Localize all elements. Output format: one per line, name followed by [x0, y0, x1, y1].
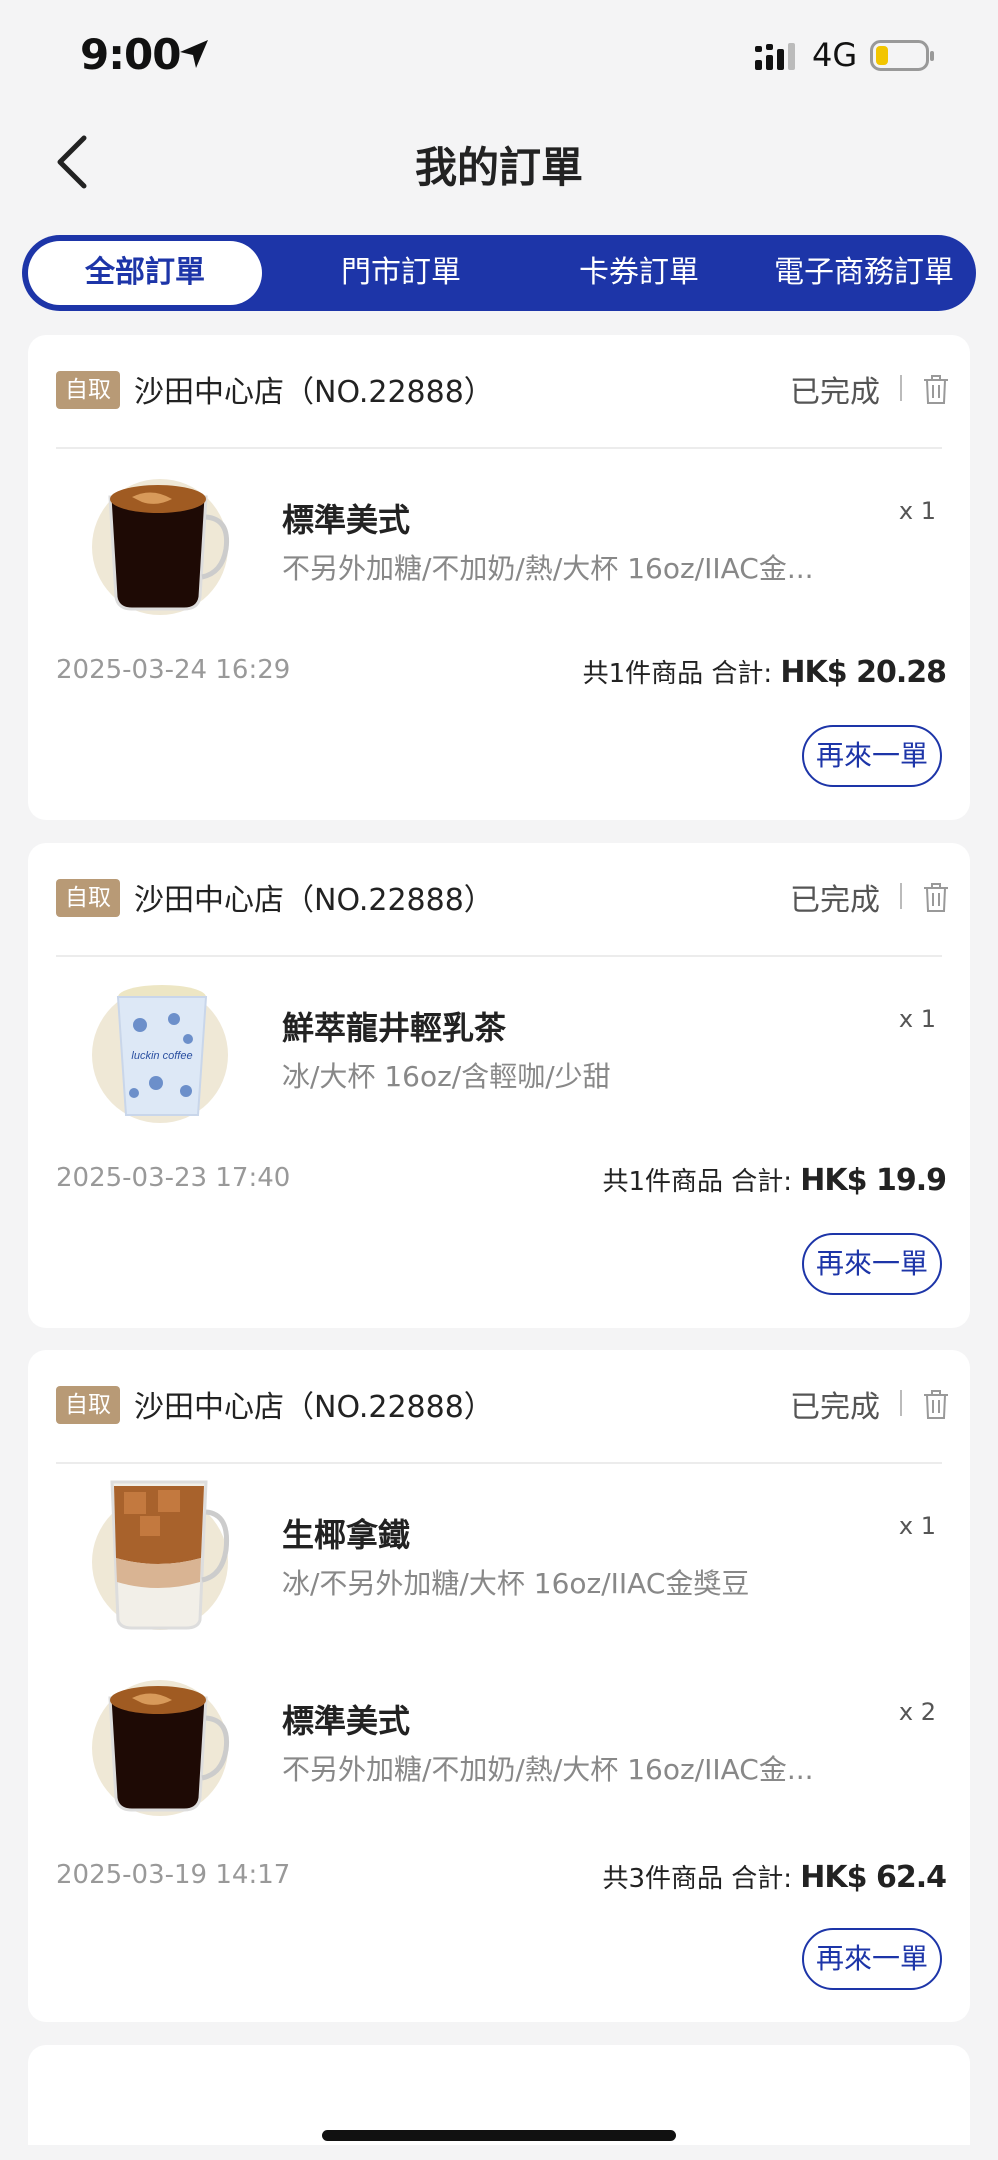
reorder-button[interactable]: 再來一單 [802, 1233, 942, 1295]
order-item: luckin coffee 鮮萃龍井輕乳茶 冰/大杯 16oz/含輕咖/少甜 x… [56, 965, 946, 1125]
order-amount: HK$ 62.4 [800, 1860, 947, 1895]
order-amount: HK$ 20.28 [780, 655, 947, 690]
tab-ecommerce-orders[interactable]: 電子商務訂單 [752, 235, 976, 311]
order-status: 已完成 [790, 883, 880, 918]
store-name: 沙田中心店（NO.22888） [134, 883, 494, 918]
item-spec: 不另外加糖/不加奶/熱/大杯 16oz/IIAC金... [282, 552, 814, 585]
item-quantity: x 1 [898, 497, 936, 525]
item-name: 標準美式 [282, 501, 411, 539]
tab-voucher-orders[interactable]: 卡券訂單 [522, 235, 756, 311]
pickup-tag: 自取 [56, 1386, 120, 1424]
item-quantity: x 1 [898, 1005, 936, 1033]
order-footer: 2025-03-23 17:40 共1件商品 合計: HK$ 19.9 [56, 1161, 947, 1203]
order-card[interactable]: 自取 沙田中心店（NO.22888） 已完成 標準美式 不另外加糖/不加奶/熱/… [28, 335, 970, 820]
order-summary: 共1件商品 合計: [602, 1167, 801, 1197]
pickup-tag: 自取 [56, 879, 120, 917]
trash-icon[interactable] [922, 1388, 950, 1420]
order-status: 已完成 [790, 1390, 880, 1425]
divider [56, 1462, 942, 1464]
order-card[interactable]: 自取 沙田中心店（NO.22888） 已完成 luckin coffee 鮮萃龍… [28, 843, 970, 1328]
pickup-tag: 自取 [56, 371, 120, 409]
order-item: 生椰拿鐵 冰/不另外加糖/大杯 16oz/IIAC金獎豆 x 1 [56, 1472, 946, 1632]
item-spec: 不另外加糖/不加奶/熱/大杯 16oz/IIAC金... [282, 1753, 814, 1786]
item-spec: 冰/大杯 16oz/含輕咖/少甜 [282, 1060, 611, 1093]
order-total: 共1件商品 合計: HK$ 19.9 [602, 1161, 947, 1198]
iced-latte-icon [92, 1472, 232, 1632]
order-date: 2025-03-24 16:29 [56, 655, 291, 685]
network-label: 4G [812, 36, 858, 74]
order-summary: 共1件商品 合計: [582, 659, 781, 689]
item-name: 鮮萃龍井輕乳茶 [282, 1009, 507, 1047]
order-header: 自取 沙田中心店（NO.22888） 已完成 [56, 879, 950, 919]
store-name: 沙田中心店（NO.22888） [134, 375, 494, 410]
item-name: 生椰拿鐵 [282, 1516, 411, 1554]
order-total: 共3件商品 合計: HK$ 62.4 [602, 1858, 947, 1895]
order-header: 自取 沙田中心店（NO.22888） 已完成 [56, 371, 950, 411]
order-status: 已完成 [790, 375, 880, 410]
svg-text:luckin coffee: luckin coffee [131, 1050, 192, 1062]
tab-all-orders[interactable]: 全部訂單 [28, 241, 262, 305]
reorder-button[interactable]: 再來一單 [802, 725, 942, 787]
item-quantity: x 2 [898, 1698, 936, 1726]
item-quantity: x 1 [898, 1512, 936, 1540]
reorder-button[interactable]: 再來一單 [802, 1928, 942, 1990]
order-tabs: 全部訂單 門市訂單 卡券訂單 電子商務訂單 [22, 235, 976, 311]
nav-bar: 我的訂單 [0, 120, 998, 200]
battery-icon [870, 40, 934, 71]
signal-icon [755, 43, 795, 70]
trash-icon[interactable] [922, 881, 950, 913]
order-date: 2025-03-23 17:40 [56, 1163, 291, 1193]
status-time: 9:00 [80, 30, 181, 79]
tab-store-orders[interactable]: 門市訂單 [284, 235, 518, 311]
home-indicator[interactable] [322, 2130, 676, 2141]
order-footer: 2025-03-19 14:17 共3件商品 合計: HK$ 62.4 [56, 1858, 947, 1900]
header-separator [900, 1390, 902, 1416]
header-separator [900, 883, 902, 909]
hot-americano-icon [92, 1658, 232, 1818]
item-name: 標準美式 [282, 1702, 411, 1740]
order-date: 2025-03-19 14:17 [56, 1860, 291, 1890]
header-separator [900, 375, 902, 401]
order-item: 標準美式 不另外加糖/不加奶/熱/大杯 16oz/IIAC金... x 2 [56, 1658, 946, 1818]
order-card[interactable]: 自取 沙田中心店（NO.22888） 已完成 生椰拿鐵 冰/不另外加糖/大杯 1… [28, 1350, 970, 2022]
order-item: 標準美式 不另外加糖/不加奶/熱/大杯 16oz/IIAC金... x 1 [56, 457, 946, 617]
store-name: 沙田中心店（NO.22888） [134, 1390, 494, 1425]
order-total: 共1件商品 合計: HK$ 20.28 [582, 653, 947, 690]
order-header: 自取 沙田中心店（NO.22888） 已完成 [56, 1386, 950, 1426]
order-summary: 共3件商品 合計: [602, 1864, 801, 1894]
hot-americano-icon [92, 457, 232, 617]
divider [56, 955, 942, 957]
trash-icon[interactable] [922, 373, 950, 405]
item-spec: 冰/不另外加糖/大杯 16oz/IIAC金獎豆 [282, 1567, 750, 1600]
location-arrow-icon [180, 40, 208, 68]
order-amount: HK$ 19.9 [800, 1163, 947, 1198]
page-title: 我的訂單 [414, 143, 583, 192]
status-bar: 9:00 4G [0, 0, 998, 110]
milk-tea-cup-icon: luckin coffee [92, 965, 232, 1125]
order-footer: 2025-03-24 16:29 共1件商品 合計: HK$ 20.28 [56, 653, 947, 695]
divider [56, 447, 942, 449]
